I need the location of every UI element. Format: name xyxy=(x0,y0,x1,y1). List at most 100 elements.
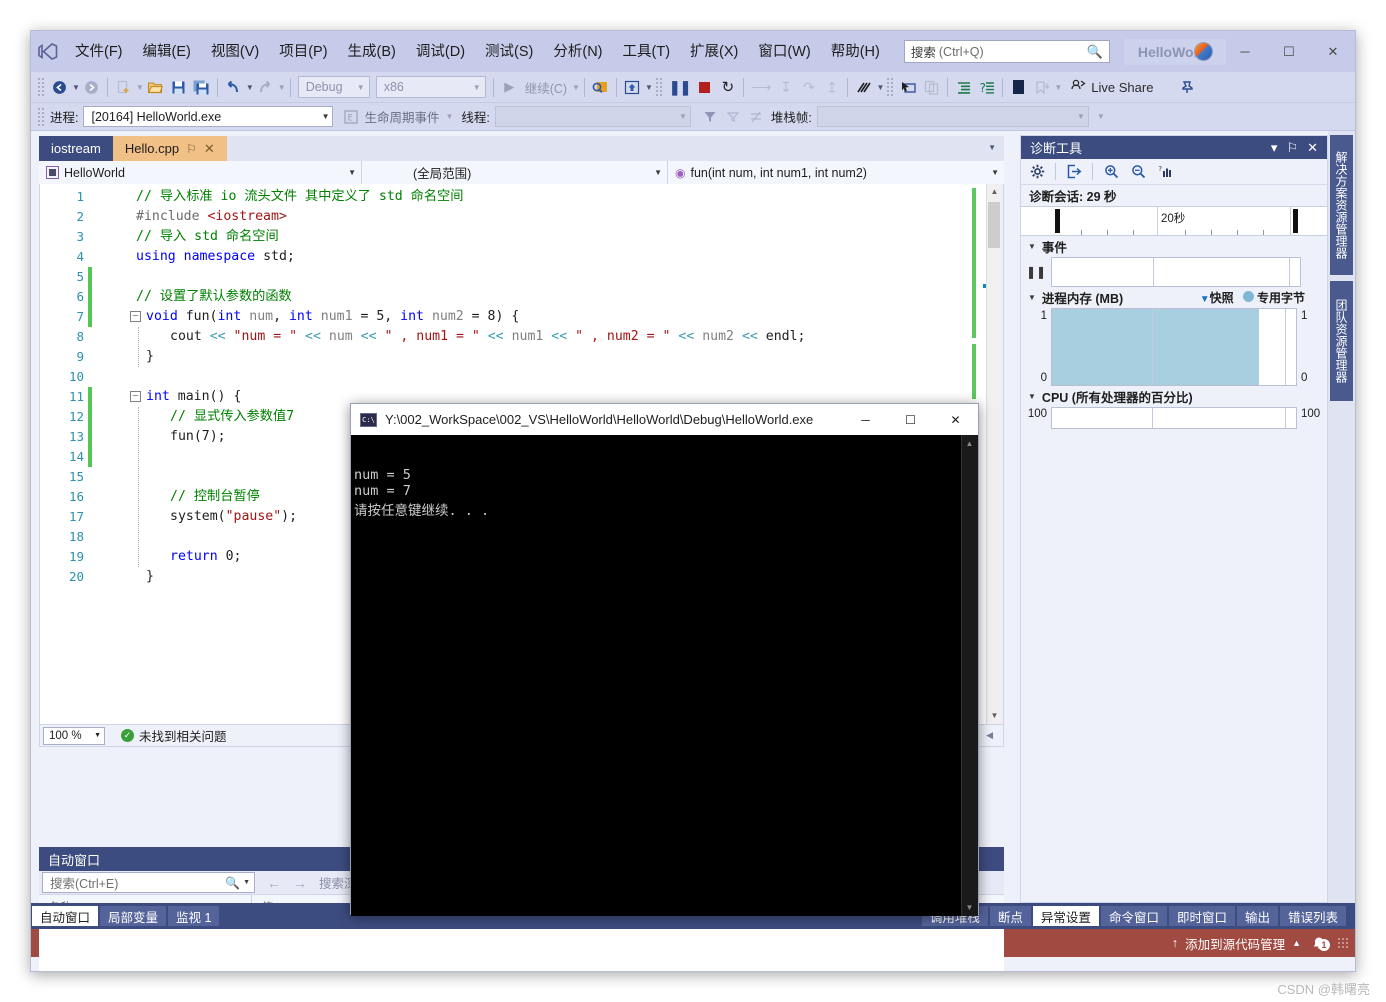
diagnostic-dropdown-icon[interactable]: ▼ xyxy=(876,83,884,92)
chevron-down-icon[interactable]: ▼ xyxy=(243,879,250,886)
restart-icon[interactable]: ↻ xyxy=(716,75,739,99)
redo-icon[interactable] xyxy=(254,75,277,99)
diagnostic-section-memory[interactable]: ▼ 进程内存 (MB) ▼快照 专用字节 xyxy=(1021,287,1327,308)
bookmark-next-icon[interactable] xyxy=(1030,75,1053,99)
btab-command-window[interactable]: 命令窗口 xyxy=(1101,906,1167,926)
memory-graph-plot[interactable] xyxy=(1051,308,1297,386)
menu-view[interactable]: 视图(V) xyxy=(201,39,269,65)
scrollbar-thumb[interactable] xyxy=(988,202,1000,248)
btab-immediate-window[interactable]: 即时窗口 xyxy=(1169,906,1235,926)
menu-help[interactable]: 帮助(H) xyxy=(821,39,890,65)
source-control-caret-icon[interactable]: ▲ xyxy=(1292,938,1301,948)
menu-test[interactable]: 测试(S) xyxy=(475,39,543,65)
window-maximize-button[interactable]: ☐ xyxy=(1267,31,1311,72)
console-output-area[interactable]: num = 5 num = 7 请按任意键继续. . . ▲ ▼ xyxy=(351,435,978,916)
debug-toolbar-overflow-icon[interactable]: ▼ xyxy=(1097,112,1105,121)
continue-dropdown-icon[interactable]: ▼ xyxy=(572,83,580,92)
events-track-plot[interactable] xyxy=(1051,257,1301,287)
tab-hello-cpp[interactable]: Hello.cpp ⚐ ✕ xyxy=(113,136,227,161)
stop-debugging-icon[interactable] xyxy=(693,75,716,99)
window-minimize-button[interactable]: ─ xyxy=(1223,31,1267,72)
no-filter-icon[interactable] xyxy=(745,105,768,129)
debug-toolbar-grip[interactable] xyxy=(37,107,46,127)
menu-tools[interactable]: 工具(T) xyxy=(613,39,681,65)
search-icon[interactable]: 🔍 xyxy=(1087,44,1103,60)
save-icon[interactable] xyxy=(167,75,190,99)
bookmark-icon[interactable] xyxy=(1007,75,1030,99)
continue-play-icon[interactable]: ▶ xyxy=(498,75,521,99)
tab-iostream[interactable]: iostream xyxy=(39,136,113,161)
open-folder-icon[interactable] xyxy=(144,75,167,99)
menu-extensions[interactable]: 扩展(X) xyxy=(680,39,748,65)
comment-icon[interactable]: ? xyxy=(975,75,998,99)
vtab-solution-explorer[interactable]: 解决方案资源管理器 xyxy=(1330,135,1353,275)
scrollbar-track[interactable] xyxy=(987,200,1002,708)
navigate-backward-dropdown-icon[interactable]: ▼ xyxy=(72,83,80,92)
console-minimize-button[interactable]: ─ xyxy=(843,404,888,435)
menu-analyze[interactable]: 分析(N) xyxy=(543,39,612,65)
nav-project-combo[interactable]: HelloWorld ▼ xyxy=(39,161,362,184)
stackframe-combo[interactable]: ▼ xyxy=(817,106,1089,127)
scroll-up-icon[interactable]: ▲ xyxy=(963,439,976,448)
scroll-down-icon[interactable]: ▼ xyxy=(963,903,976,912)
chart-icon[interactable]: ? xyxy=(1153,161,1177,182)
zoom-out-icon[interactable] xyxy=(1126,161,1150,182)
show-next-statement-icon[interactable] xyxy=(621,75,644,99)
thread-combo[interactable]: ▼ xyxy=(495,106,691,127)
navigate-forward-button[interactable] xyxy=(80,75,103,99)
tab-close-icon[interactable]: ✕ xyxy=(204,141,215,157)
break-all-icon[interactable]: ❚❚ xyxy=(666,75,693,99)
arrow-left-icon[interactable]: ← xyxy=(267,875,281,891)
step-into-arrow-icon[interactable]: ⟶ xyxy=(748,75,774,99)
diagnostic-tools-icon[interactable] xyxy=(852,75,875,99)
panel-dropdown-icon[interactable]: ▾ xyxy=(1271,140,1278,156)
navigate-backward-button[interactable] xyxy=(48,75,71,99)
lifecycle-events-icon[interactable]: E xyxy=(339,105,362,129)
add-to-source-control-button[interactable]: 添加到源代码管理 xyxy=(1185,934,1285,953)
vtab-team-explorer[interactable]: 团队资源管理器 xyxy=(1330,281,1353,401)
editor-vertical-scrollbar[interactable]: ▲ ▼ xyxy=(986,184,1003,724)
console-window[interactable]: C:\ Y:\002_WorkSpace\002_VS\HelloWorld\H… xyxy=(350,403,979,915)
indent-icon[interactable] xyxy=(952,75,975,99)
fold-toggle-fun[interactable]: – xyxy=(130,311,141,322)
toolbar-grip[interactable] xyxy=(37,77,46,97)
search-icon[interactable]: 🔍 xyxy=(225,876,240,890)
menu-debug[interactable]: 调试(D) xyxy=(406,39,475,65)
btab-breakpoints[interactable]: 断点 xyxy=(990,906,1031,926)
menu-file[interactable]: 文件(F) xyxy=(65,39,133,65)
menu-edit[interactable]: 编辑(E) xyxy=(133,39,201,65)
find-icon[interactable] xyxy=(589,75,612,99)
undo-dropdown-icon[interactable]: ▼ xyxy=(246,83,254,92)
menu-project[interactable]: 项目(P) xyxy=(269,39,337,65)
diagnostic-timeline-ruler[interactable]: 20秒 xyxy=(1021,206,1327,236)
account-avatar[interactable] xyxy=(1183,42,1223,61)
export-icon[interactable] xyxy=(1062,161,1086,182)
fold-toggle-main[interactable]: – xyxy=(130,391,141,402)
tab-pin-icon[interactable]: ⚐ xyxy=(186,142,197,156)
show-next-statement-dropdown-icon[interactable]: ▼ xyxy=(645,83,653,92)
step-out-icon[interactable]: ↥ xyxy=(820,75,843,99)
window-close-button[interactable]: ✕ xyxy=(1311,31,1355,72)
new-item-dropdown-icon[interactable]: ▼ xyxy=(136,83,144,92)
diagnostic-section-events[interactable]: ▼ 事件 xyxy=(1021,236,1327,257)
solution-configuration-combo[interactable]: Debug ▼ xyxy=(298,76,370,98)
undo-icon[interactable] xyxy=(222,75,245,99)
redo-dropdown-icon[interactable]: ▼ xyxy=(278,83,286,92)
copy-icon[interactable] xyxy=(920,75,943,99)
btab-output[interactable]: 输出 xyxy=(1237,906,1278,926)
btab-locals[interactable]: 局部变量 xyxy=(100,906,166,926)
menu-build[interactable]: 生成(B) xyxy=(338,39,406,65)
solution-platform-combo[interactable]: x86 ▼ xyxy=(376,76,486,98)
panel-pin-icon[interactable]: ⚐ xyxy=(1286,140,1298,156)
scroll-down-icon[interactable]: ▼ xyxy=(987,709,1002,723)
pin-icon[interactable] xyxy=(1175,75,1198,99)
select-element-icon[interactable] xyxy=(897,75,920,99)
new-item-icon[interactable] xyxy=(112,75,135,99)
save-all-icon[interactable] xyxy=(190,75,213,99)
autos-search-input[interactable]: 搜索(Ctrl+E) 🔍 ▼ xyxy=(42,872,255,893)
btab-exception-settings[interactable]: 异常设置 xyxy=(1033,906,1099,926)
resize-grip[interactable] xyxy=(1337,937,1349,949)
btab-error-list[interactable]: 错误列表 xyxy=(1280,906,1346,926)
step-over-icon[interactable]: ↷ xyxy=(797,75,820,99)
menu-window[interactable]: 窗口(W) xyxy=(748,39,820,65)
